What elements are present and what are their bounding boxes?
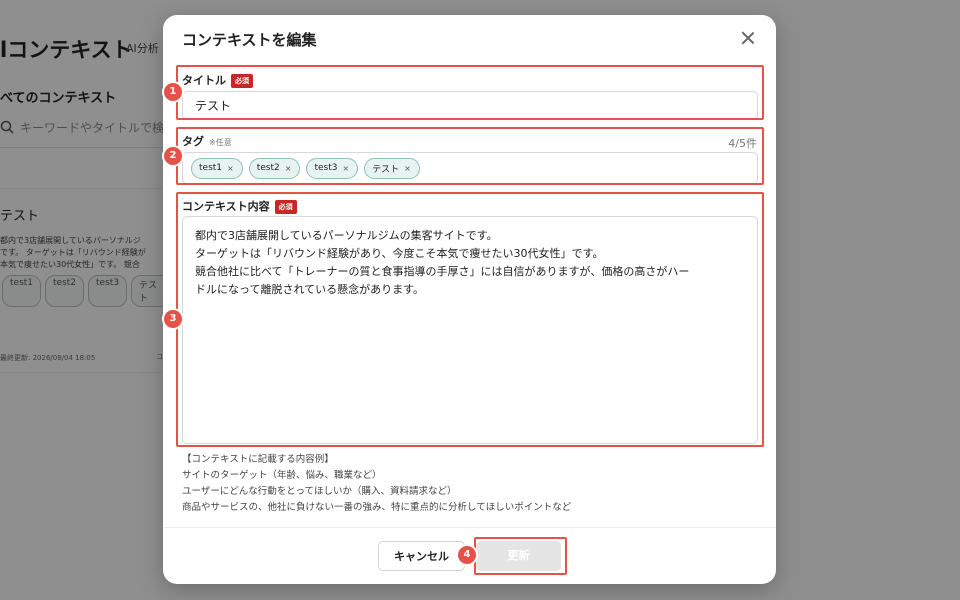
annotation-highlight-4 — [474, 537, 567, 575]
cancel-button[interactable]: キャンセル — [378, 541, 465, 571]
annotation-badge-4: 4 — [458, 546, 476, 564]
content-hint: 【コンテキストに記載する内容例】 サイトのターゲット（年齢、悩み、職業など） ユ… — [182, 454, 572, 513]
annotation-badge-3: 3 — [164, 310, 182, 328]
annotation-badge-1: 1 — [164, 83, 182, 101]
annotation-badge-2: 2 — [164, 147, 182, 165]
footer-divider — [163, 527, 776, 528]
dialog-title: コンテキストを編集 — [182, 31, 317, 49]
close-icon[interactable] — [740, 30, 756, 46]
annotation-highlight-3 — [176, 192, 764, 447]
annotation-highlight-2 — [176, 127, 764, 185]
annotation-highlight-1 — [176, 65, 764, 120]
